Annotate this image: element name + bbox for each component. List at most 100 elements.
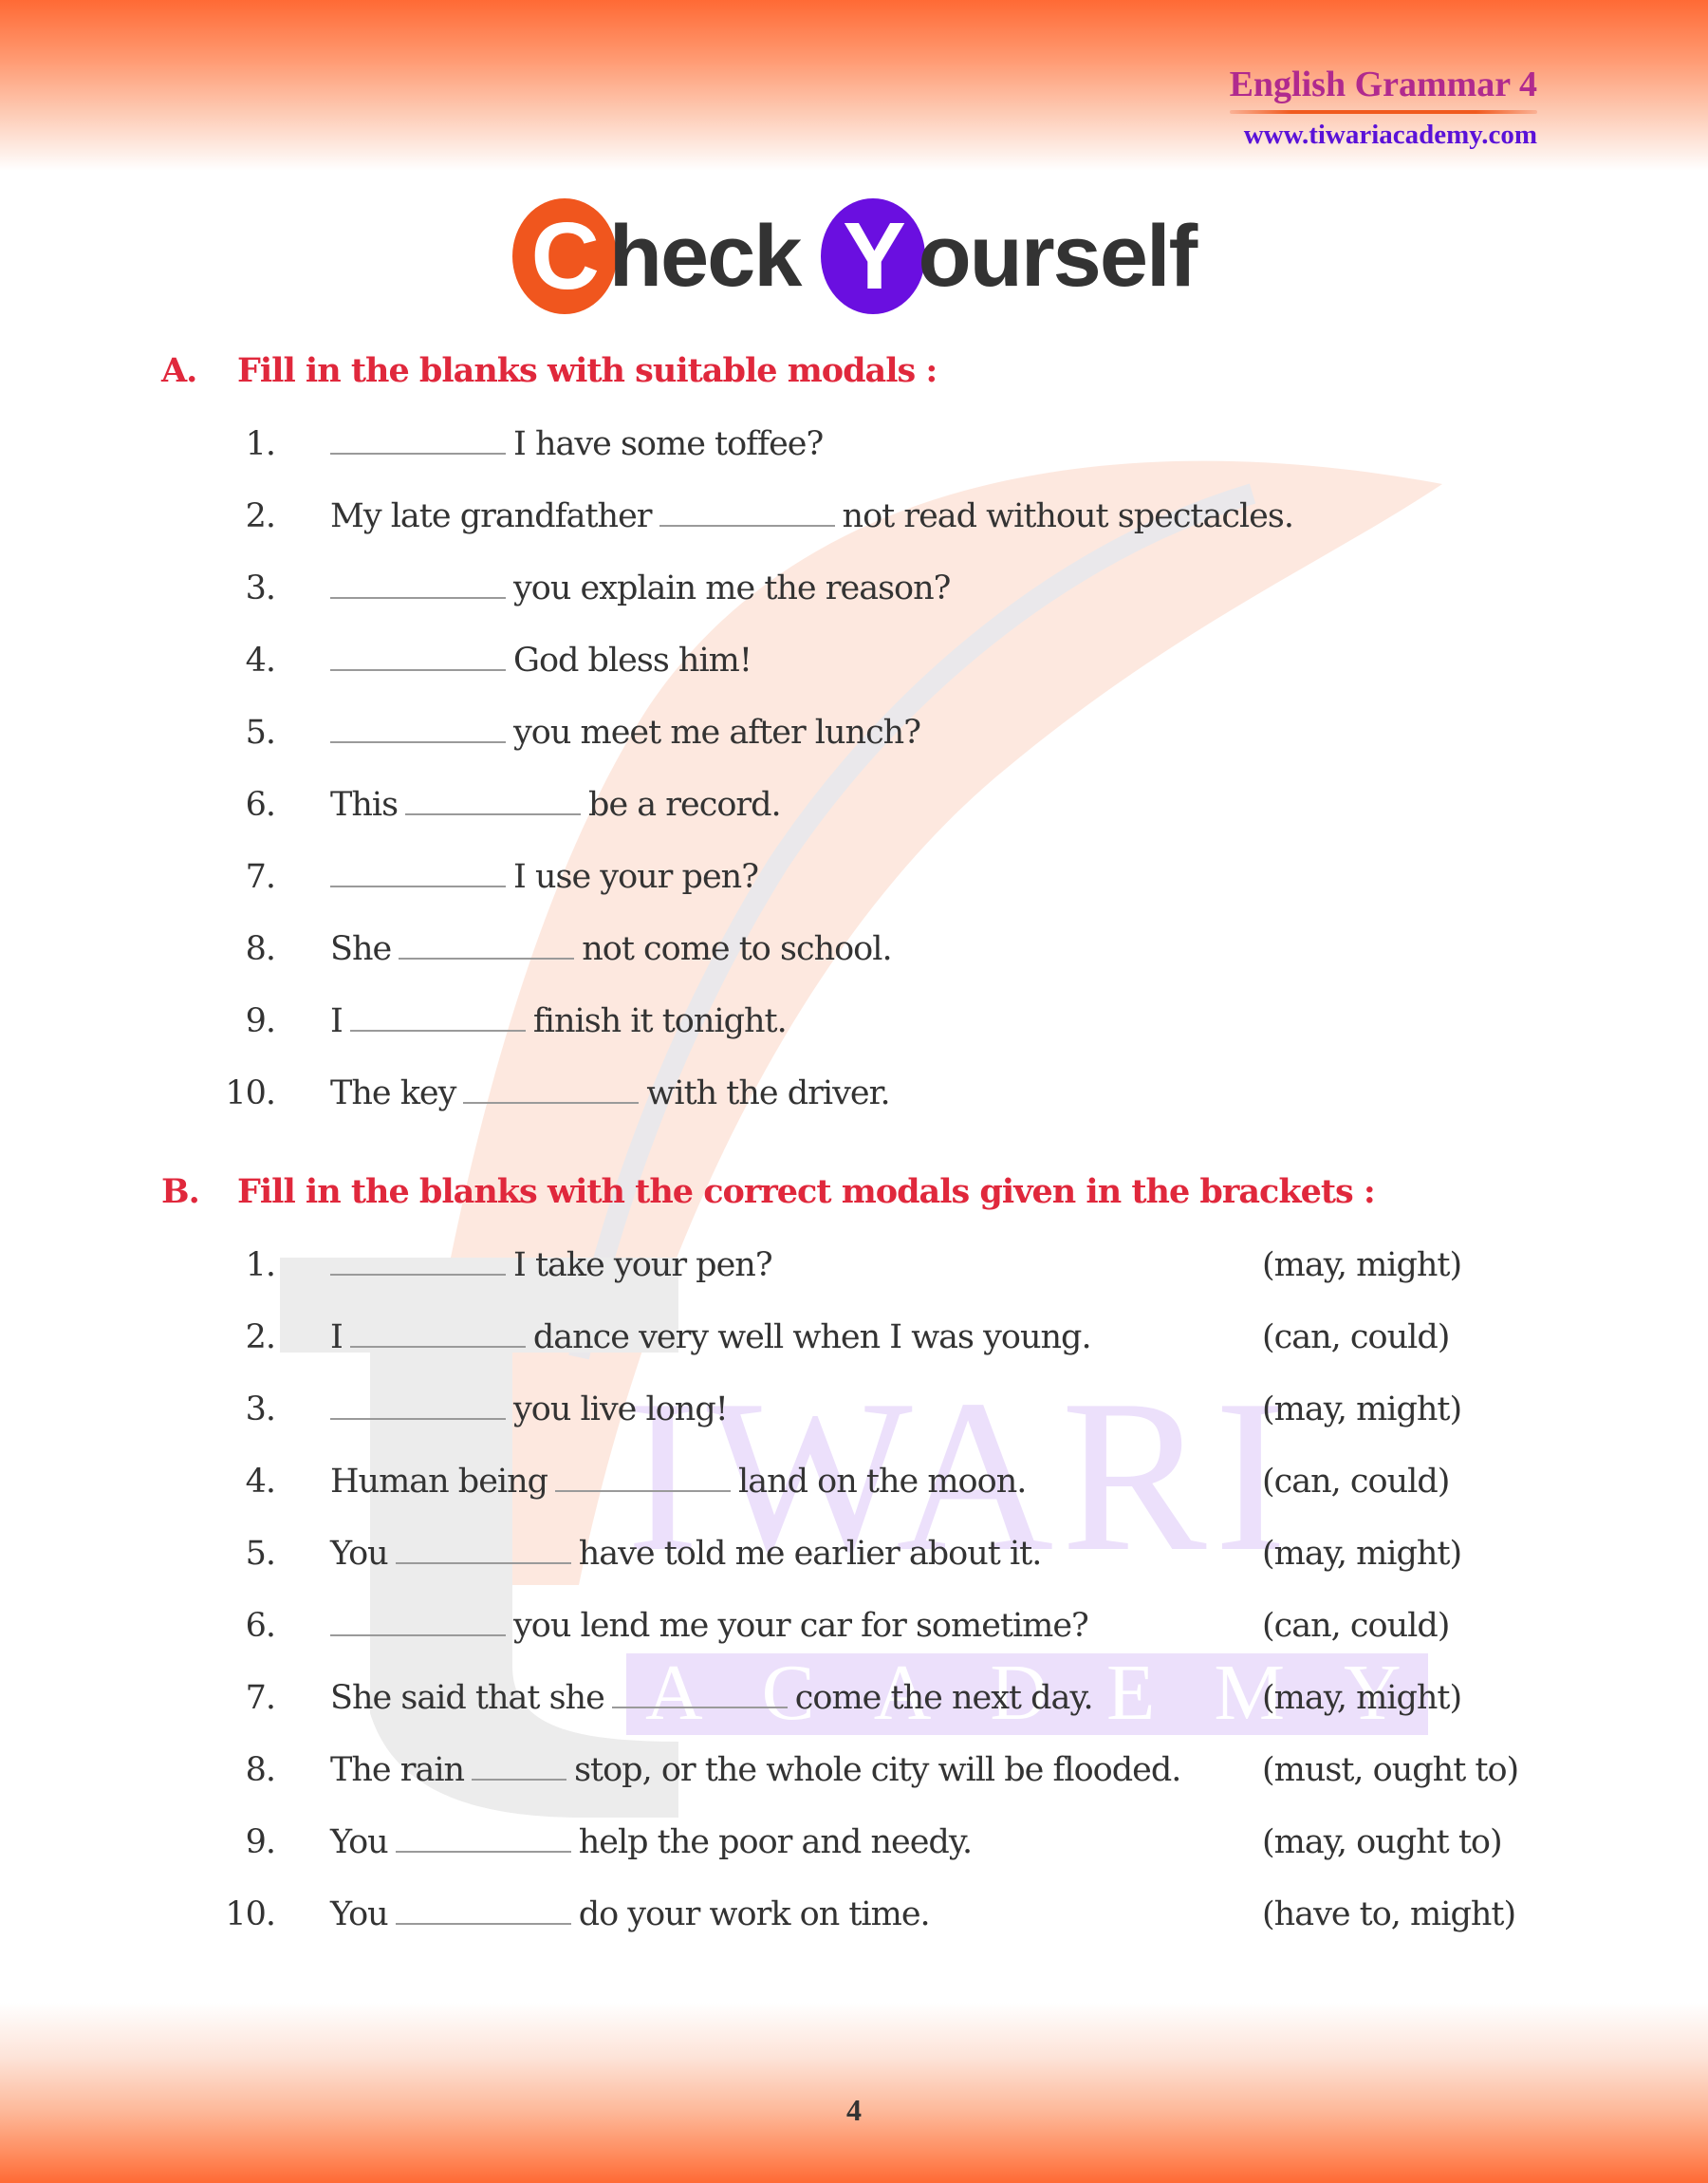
exercise-item: 10. You do your work on time. (have to, mig… bbox=[190, 1895, 1516, 1943]
item-number: 3. bbox=[245, 1390, 276, 1428]
item-number: 7. bbox=[245, 858, 276, 896]
item-number: 8. bbox=[245, 930, 276, 968]
modal-options: (may, ought to) bbox=[1262, 1823, 1503, 1861]
answer-blank[interactable] bbox=[555, 1489, 732, 1492]
sentence-after-blank: you meet me after lunch? bbox=[513, 714, 921, 752]
page-number: 4 bbox=[846, 2093, 862, 2127]
item-sentence: She said that she come the next day. bbox=[330, 1679, 1094, 1717]
item-sentence: You help the poor and needy. bbox=[330, 1823, 973, 1861]
answer-blank[interactable] bbox=[330, 1417, 506, 1420]
modal-options: (may, might) bbox=[1262, 1679, 1462, 1717]
exercise-item: 1. I take your pen? (may, might) bbox=[190, 1246, 1463, 1294]
item-sentence: Ifinish it tonight. bbox=[330, 1002, 788, 1040]
sentence-before-blank: You bbox=[330, 1535, 389, 1573]
answer-blank[interactable] bbox=[405, 812, 582, 815]
answer-blank[interactable] bbox=[330, 452, 506, 455]
exercise-item: 4. Human being land on the moon. (can, coul… bbox=[190, 1463, 1451, 1510]
sentence-before-blank: You bbox=[330, 1823, 389, 1861]
item-sentence: God bless him! bbox=[330, 642, 752, 680]
exercise-item: 1. I have some toffee? bbox=[190, 425, 825, 473]
sentence-after-blank: I use your pen? bbox=[513, 858, 759, 896]
section-a-heading: A. Fill in the blanks with suitable moda… bbox=[161, 351, 938, 390]
exercise-item: 5. You have told me earlier about it. (may,… bbox=[190, 1535, 1463, 1582]
book-title: English Grammar 4 bbox=[1229, 65, 1537, 104]
item-sentence: Human being land on the moon. bbox=[330, 1463, 1027, 1501]
section-b-heading: B. Fill in the blanks with the correct m… bbox=[161, 1172, 1376, 1211]
item-sentence: This be a record. bbox=[330, 786, 782, 824]
header-brand: English Grammar 4 www.tiwariacademy.com bbox=[1229, 65, 1537, 149]
item-sentence: The key with the driver. bbox=[330, 1074, 891, 1112]
item-number: 4. bbox=[245, 1463, 276, 1501]
item-number: 2. bbox=[245, 1318, 276, 1356]
sentence-after-blank: with the driver. bbox=[646, 1074, 890, 1112]
item-number: 8. bbox=[245, 1751, 276, 1789]
answer-blank[interactable] bbox=[330, 740, 506, 743]
item-sentence: you live long! bbox=[330, 1390, 729, 1428]
exercise-item: 9. Ifinish it tonight. bbox=[190, 1002, 788, 1050]
sentence-after-blank: dance very well when I was young. bbox=[532, 1318, 1092, 1356]
section-b-title: Fill in the blanks with the correct moda… bbox=[237, 1172, 1376, 1211]
title-initial-c: C bbox=[511, 198, 617, 314]
title-word-1: heck bbox=[608, 207, 803, 305]
sentence-after-blank: help the poor and needy. bbox=[578, 1823, 973, 1861]
website-link[interactable]: www.tiwariacademy.com bbox=[1230, 121, 1537, 149]
sentence-before-blank: She bbox=[330, 930, 392, 968]
item-number: 4. bbox=[245, 642, 276, 680]
item-number: 1. bbox=[245, 1246, 276, 1284]
answer-blank[interactable] bbox=[330, 596, 506, 599]
exercise-item: 4. God bless him! bbox=[190, 642, 752, 689]
item-number: 10. bbox=[225, 1895, 276, 1933]
answer-blank[interactable] bbox=[611, 1706, 788, 1708]
item-sentence: you lend me your car for sometime? bbox=[330, 1607, 1089, 1645]
sentence-after-blank: have told me earlier about it. bbox=[578, 1535, 1043, 1573]
exercise-item: 7. I use your pen? bbox=[190, 858, 759, 905]
answer-blank[interactable] bbox=[330, 668, 506, 671]
exercise-item: 2. Idance very well when I was young. (can… bbox=[190, 1318, 1451, 1366]
sentence-after-blank: you explain me the reason? bbox=[513, 569, 951, 607]
answer-blank[interactable] bbox=[330, 885, 506, 887]
brand-divider bbox=[1229, 110, 1537, 114]
exercise-item: 3. you explain me the reason? bbox=[190, 569, 952, 617]
item-number: 3. bbox=[245, 569, 276, 607]
sentence-after-blank: land on the moon. bbox=[738, 1463, 1027, 1501]
sentence-before-blank: She said that she bbox=[330, 1679, 605, 1717]
item-sentence: You have told me earlier about it. bbox=[330, 1535, 1043, 1573]
item-sentence: I have some toffee? bbox=[330, 425, 824, 463]
answer-blank[interactable] bbox=[472, 1778, 567, 1781]
exercise-item: 5. you meet me after lunch? bbox=[190, 714, 921, 761]
answer-blank[interactable] bbox=[399, 957, 575, 960]
answer-blank[interactable] bbox=[330, 1273, 506, 1276]
exercise-item: 8. The rain stop, or the whole city will b… bbox=[190, 1751, 1520, 1799]
sentence-after-blank: stop, or the whole city will be flooded. bbox=[574, 1751, 1181, 1789]
exercise-item: 3. you live long! (may, might) bbox=[190, 1390, 1463, 1438]
item-number: 6. bbox=[245, 1607, 276, 1645]
sentence-before-blank: The rain bbox=[330, 1751, 465, 1789]
section-b-letter: B. bbox=[161, 1172, 200, 1211]
modal-options: (have to, might) bbox=[1262, 1895, 1516, 1933]
sentence-after-blank: come the next day. bbox=[794, 1679, 1094, 1717]
modal-options: (can, could) bbox=[1262, 1607, 1450, 1645]
answer-blank[interactable] bbox=[395, 1850, 571, 1853]
exercise-item: 6. This be a record. bbox=[190, 786, 782, 833]
sentence-before-blank: Human being bbox=[330, 1463, 548, 1501]
item-sentence: She not come to school. bbox=[330, 930, 893, 968]
answer-blank[interactable] bbox=[395, 1561, 571, 1564]
answer-blank[interactable] bbox=[349, 1029, 526, 1032]
item-number: 7. bbox=[245, 1679, 276, 1717]
answer-blank[interactable] bbox=[395, 1922, 571, 1925]
answer-blank[interactable] bbox=[349, 1345, 526, 1348]
sentence-after-blank: God bless him! bbox=[513, 642, 752, 680]
item-sentence: The rain stop, or the whole city will be … bbox=[330, 1751, 1181, 1789]
modal-options: (may, might) bbox=[1262, 1535, 1462, 1573]
sentence-after-blank: I have some toffee? bbox=[513, 425, 824, 463]
section-a-title: Fill in the blanks with suitable modals … bbox=[237, 351, 938, 390]
sentence-before-blank: My late grandfather bbox=[330, 497, 653, 535]
answer-blank[interactable] bbox=[330, 1633, 506, 1636]
item-number: 6. bbox=[245, 786, 276, 824]
answer-blank[interactable] bbox=[659, 524, 835, 527]
item-number: 10. bbox=[225, 1074, 276, 1112]
item-sentence: You do your work on time. bbox=[330, 1895, 931, 1933]
exercise-item: 6. you lend me your car for sometime? (can… bbox=[190, 1607, 1451, 1654]
answer-blank[interactable] bbox=[463, 1101, 640, 1104]
exercise-item: 8. She not come to school. bbox=[190, 930, 893, 978]
